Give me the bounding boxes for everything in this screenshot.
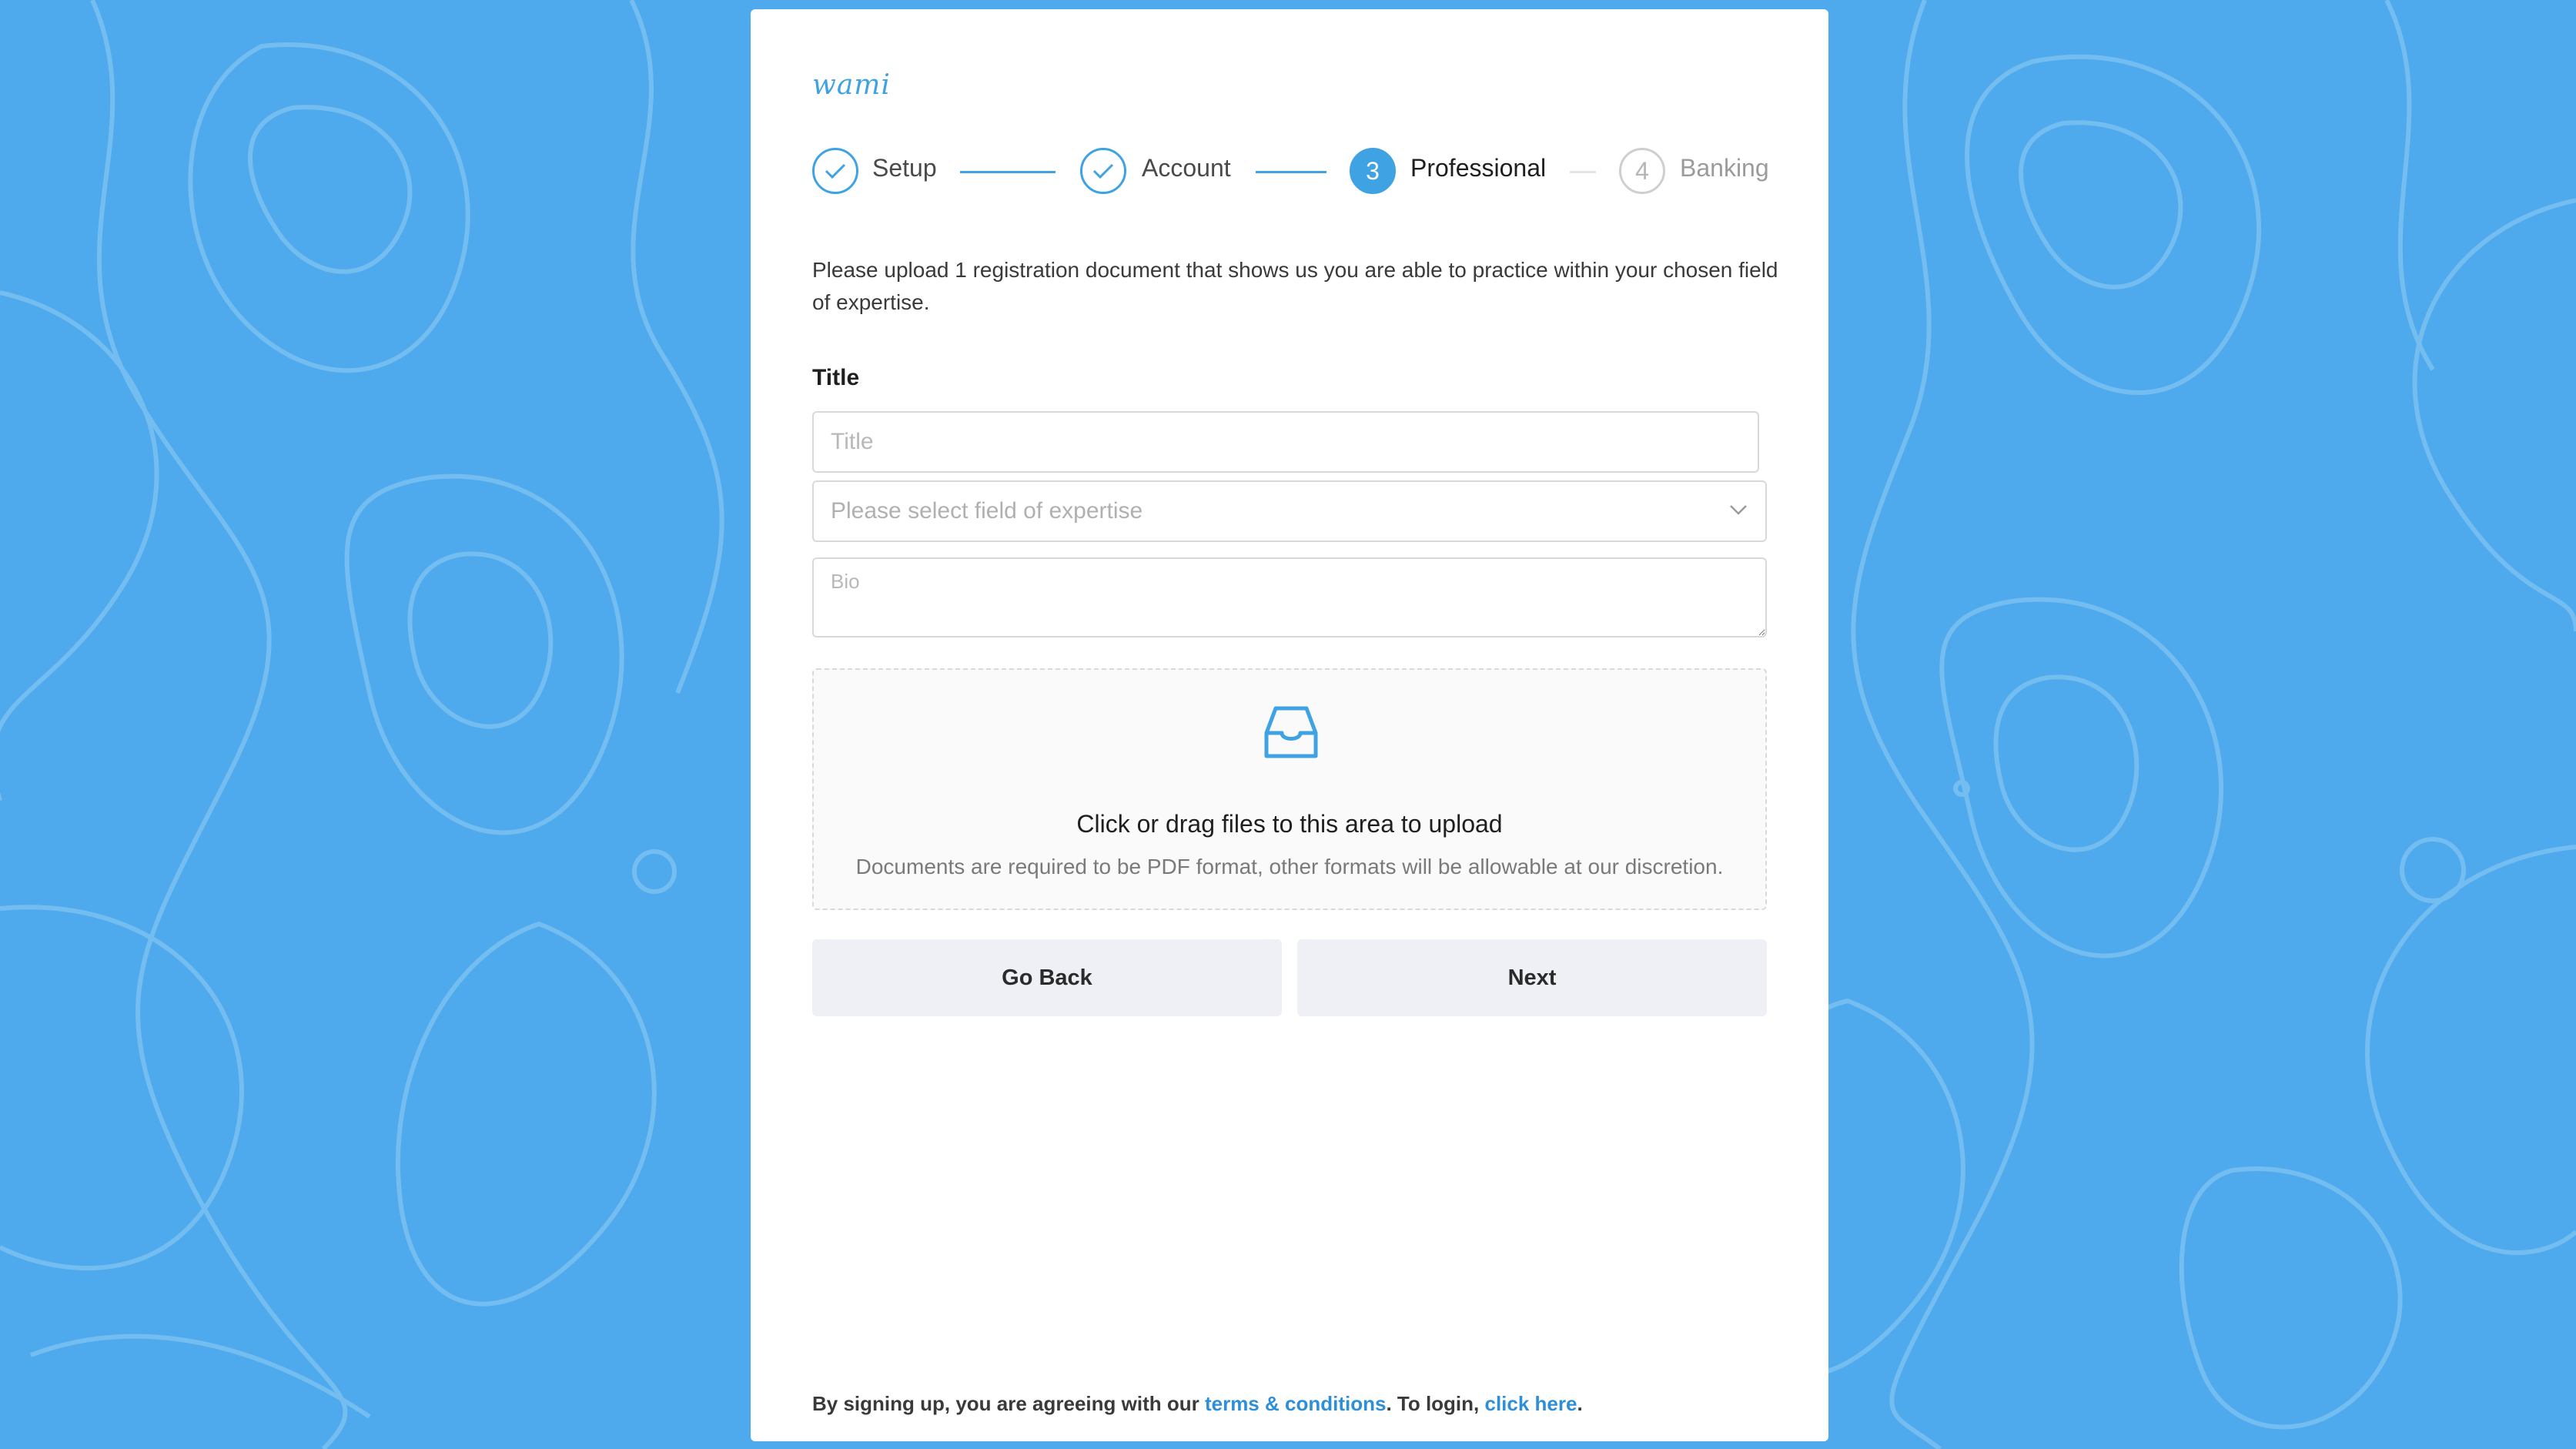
signup-card: wami Setup Account 3 Professional 4 Bank… bbox=[751, 9, 1828, 1441]
step-account-check-icon bbox=[1080, 148, 1126, 194]
step-setup-check-icon bbox=[812, 148, 858, 194]
footer-middle: . To login, bbox=[1386, 1392, 1485, 1415]
chevron-down-icon bbox=[1728, 504, 1748, 520]
step-connector bbox=[960, 171, 1055, 173]
next-button[interactable]: Next bbox=[1297, 939, 1767, 1016]
instruction-text: Please upload 1 registration document th… bbox=[812, 258, 1778, 314]
step-number-banking: 4 bbox=[1619, 148, 1665, 194]
step-connector bbox=[1570, 171, 1596, 173]
footer-prefix: By signing up, you are agreeing with our bbox=[812, 1392, 1205, 1415]
title-label: Title bbox=[812, 365, 860, 390]
step-label-setup: Setup bbox=[872, 154, 937, 182]
login-link[interactable]: click here bbox=[1484, 1392, 1577, 1415]
go-back-button[interactable]: Go Back bbox=[812, 939, 1282, 1016]
step-label-professional: Professional bbox=[1410, 154, 1547, 182]
footer-suffix: . bbox=[1577, 1392, 1583, 1415]
step-number-professional: 3 bbox=[1350, 148, 1396, 194]
expertise-select-placeholder: Please select field of expertise bbox=[831, 498, 1143, 524]
terms-link[interactable]: terms & conditions bbox=[1205, 1392, 1386, 1415]
inbox-icon bbox=[1264, 706, 1318, 758]
step-connector bbox=[1256, 171, 1326, 173]
upload-title: Click or drag files to this area to uplo… bbox=[1076, 810, 1503, 838]
footer-text: By signing up, you are agreeing with our… bbox=[812, 1392, 1583, 1416]
upload-hint: Documents are required to be PDF format,… bbox=[855, 855, 1724, 878]
wami-logo[interactable]: wami bbox=[812, 69, 890, 108]
step-label-banking: Banking bbox=[1680, 154, 1769, 182]
title-input[interactable] bbox=[812, 411, 1759, 473]
file-upload-dropzone[interactable]: Click or drag files to this area to uplo… bbox=[812, 668, 1767, 910]
bio-input[interactable] bbox=[812, 557, 1767, 637]
step-label-account: Account bbox=[1142, 154, 1231, 182]
expertise-select[interactable]: Please select field of expertise bbox=[812, 480, 1767, 542]
